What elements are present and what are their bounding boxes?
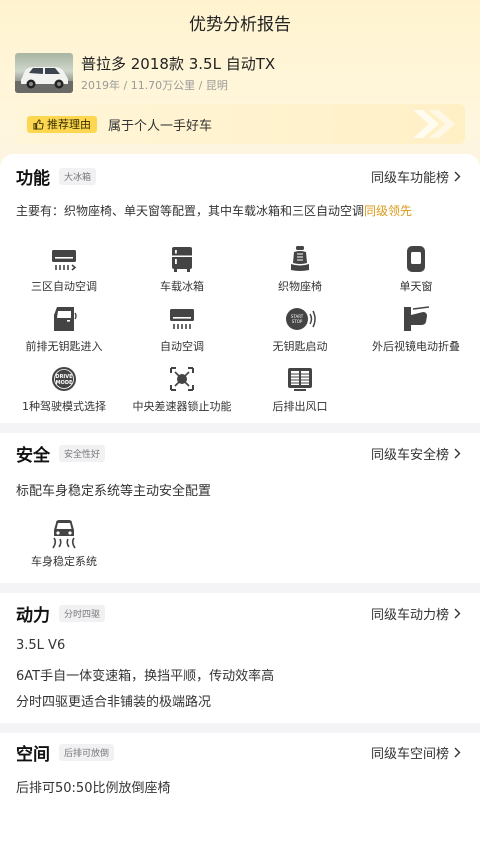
- thumbs-up-icon: [33, 118, 44, 130]
- feature-label: 后排出风口: [272, 400, 328, 413]
- function-tag: 大冰箱: [59, 167, 97, 185]
- power-engine: 3.5L V6: [16, 638, 66, 653]
- recommend-reason-text: 属于个人一手好车: [108, 118, 213, 134]
- feature-item: 车载冰箱: [122, 244, 242, 294]
- recommend-reason-banner: 推荐理由 属于个人一手好车: [15, 104, 465, 144]
- feature-label: 外后视镜电动折叠: [372, 340, 460, 353]
- function-rank-label: 同级车功能榜: [370, 170, 449, 186]
- feature-item: 织物座椅: [240, 244, 360, 294]
- page-header: 优势分析报告: [0, 0, 480, 44]
- car-thumbnail: [15, 53, 73, 93]
- air-conditioner-icon: [52, 250, 77, 271]
- rear-vent-icon: [288, 368, 312, 391]
- function-header: 功能 大冰箱: [16, 164, 97, 189]
- mirror-fold-icon: [404, 306, 430, 331]
- feature-item: START STOP 无钥匙启动: [240, 304, 360, 354]
- safety-rank-label: 同级车安全榜: [370, 447, 449, 463]
- feature-item: DRIVE MODE 1种驾驶模式选择: [4, 364, 124, 414]
- fridge-icon: [172, 247, 192, 272]
- feature-label: 中央差速器锁止功能: [132, 400, 232, 413]
- feature-label: 1种驾驶模式选择: [22, 400, 106, 413]
- section-divider: [0, 723, 480, 733]
- section-divider: [0, 583, 480, 593]
- feature-item: 前排无钥匙进入: [4, 304, 124, 354]
- page-title: 优势分析报告: [189, 14, 291, 35]
- space-summary: 后排可50:50比例放倒座椅: [16, 781, 171, 796]
- chevron-decoration-icon: [413, 110, 455, 138]
- feature-label: 织物座椅: [278, 280, 322, 293]
- space-rank-link[interactable]: 同级车空间榜: [371, 740, 461, 764]
- safety-tag: 安全性好: [59, 444, 106, 462]
- power-rank-label: 同级车动力榜: [370, 607, 449, 623]
- car-name: 普拉多 2018款 3.5L 自动TX: [81, 55, 276, 73]
- power-tag: 分时四驱: [59, 604, 106, 622]
- recommend-reason-tag: 推荐理由: [27, 115, 97, 133]
- power-header: 动力 分时四驱: [16, 601, 106, 626]
- function-title: 功能: [16, 168, 50, 189]
- power-section: 动力 分时四驱 同级车动力榜 3.5L V6 6AT手自一体变速箱，换挡平顺，传…: [0, 593, 480, 723]
- start-button-icon: START STOP: [286, 308, 316, 330]
- car-meta: 2019年 / 11.70万公里 / 昆明: [81, 79, 228, 92]
- space-tag: 后排可放倒: [59, 743, 115, 761]
- safety-title: 安全: [16, 445, 50, 466]
- svg-text:MODE: MODE: [56, 380, 73, 386]
- power-rank-link[interactable]: 同级车动力榜: [371, 601, 461, 625]
- function-rank-link[interactable]: 同级车功能榜: [371, 164, 461, 188]
- diff-lock-icon: [170, 367, 194, 391]
- svg-text:STOP: STOP: [292, 319, 303, 324]
- sunroof-icon: [407, 246, 425, 272]
- space-rank-label: 同级车空间榜: [370, 746, 449, 762]
- power-drivetrain: 分时四驱更适合非铺装的极端路况: [16, 695, 212, 710]
- stability-control-icon: [52, 520, 76, 549]
- feature-item: 中央差速器锁止功能: [122, 364, 242, 414]
- feature-item: 自动空调: [122, 304, 242, 354]
- auto-ac-icon: [170, 309, 194, 329]
- keyless-entry-icon: [54, 307, 77, 331]
- feature-label: 车身稳定系统: [31, 555, 97, 568]
- function-summary: 主要有：织物座椅、单天窗等配置，其中车载冰箱和三区自动空调同级领先: [16, 202, 412, 219]
- feature-item: 三区自动空调: [4, 244, 124, 294]
- feature-label: 三区自动空调: [31, 280, 97, 293]
- drive-mode-icon: DRIVE MODE: [52, 367, 76, 391]
- feature-label: 自动空调: [160, 340, 204, 353]
- space-header: 空间 后排可放倒: [16, 740, 115, 765]
- feature-item: 车身稳定系统: [4, 519, 124, 569]
- feature-label: 车载冰箱: [160, 280, 204, 293]
- power-transmission: 6AT手自一体变速箱，换挡平顺，传动效率高: [16, 669, 275, 684]
- space-section: 空间 后排可放倒 同级车空间榜 后排可50:50比例放倒座椅: [0, 733, 480, 855]
- feature-item: 单天窗: [356, 244, 476, 294]
- function-summary-text: 主要有：织物座椅、单天窗等配置，其中车载冰箱和三区自动空调: [16, 204, 365, 218]
- feature-item: 外后视镜电动折叠: [356, 304, 476, 354]
- space-title: 空间: [16, 744, 50, 765]
- feature-label: 前排无钥匙进入: [25, 340, 103, 353]
- power-title: 动力: [16, 605, 50, 626]
- seat-icon: [291, 246, 309, 271]
- safety-header: 安全 安全性好: [16, 441, 106, 466]
- feature-label: 单天窗: [399, 280, 433, 293]
- safety-summary: 标配车身稳定系统等主动安全配置: [16, 484, 212, 499]
- safety-rank-link[interactable]: 同级车安全榜: [371, 441, 461, 465]
- recommend-reason-label: 推荐理由: [47, 118, 91, 131]
- chevron-right-icon: [454, 448, 461, 458]
- car-info[interactable]: 普拉多 2018款 3.5L 自动TX 2019年 / 11.70万公里 / 昆…: [15, 53, 465, 95]
- feature-label: 无钥匙启动: [272, 340, 328, 353]
- feature-item: 后排出风口: [240, 364, 360, 414]
- chevron-right-icon: [454, 747, 461, 757]
- section-divider: [0, 423, 480, 433]
- function-summary-highlight: 同级领先: [364, 204, 413, 218]
- chevron-right-icon: [454, 171, 461, 181]
- safety-section: 安全 安全性好 同级车安全榜 标配车身稳定系统等主动安全配置 车身稳定系统: [0, 433, 480, 583]
- chevron-right-icon: [454, 608, 461, 618]
